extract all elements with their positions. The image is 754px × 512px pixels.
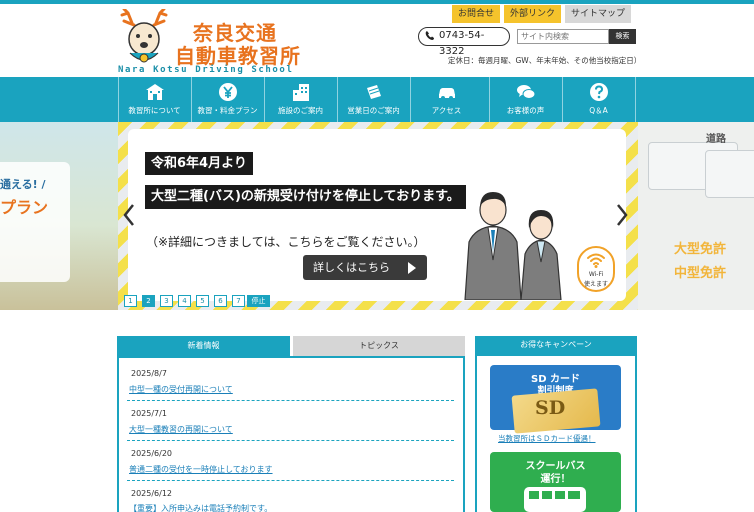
site-logo[interactable]: 奈良交通 自動車教習所 Nara Kotsu Driving School [118,9,300,75]
speech-bubble-icon [516,85,535,99]
news-date: 2025/6/12 [131,489,173,498]
page-dot[interactable]: 1 [124,295,137,307]
wifi-icon [587,253,605,268]
phone-icon [425,31,434,40]
slide-headline: 大型二種(バス)の新規受け付けを停止しております。 [145,185,466,209]
news-link[interactable]: 大型一種教習の再開について [129,424,233,435]
truck-image [705,150,754,198]
sd-card-link[interactable]: 当教習所はＳＤカード優遇！ [498,433,596,444]
previous-slide-peek: 通える! / プラン [0,122,118,310]
news-date: 2025/7/1 [131,409,167,418]
contact-link[interactable]: お問合せ [452,5,501,23]
tab-topics[interactable]: トピックス [293,336,465,356]
next-slide-sign-text: 道路 [706,134,726,145]
slide-note: （※詳細につきましては、こちらをご覧ください。） [146,235,426,249]
logo-english-name: Nara Kotsu Driving School [118,65,294,75]
carousel-prev-arrow-icon[interactable] [123,203,135,227]
wifi-label: Wi-Fi [588,271,604,278]
wifi-sublabel: 使えます [583,281,608,288]
nav-label: お客様の声 [506,106,545,115]
news-date: 2025/8/7 [131,369,167,378]
nav-label: 教習・料金プラン [197,106,258,115]
top-accent-strip [0,0,754,4]
tab-news[interactable]: 新着情報 [117,336,290,356]
next-slide-text-large: 大型免許 [674,242,727,257]
page-dot[interactable]: 7 [232,295,245,307]
news-divider [127,440,454,441]
news-link[interactable]: 中型一種の受付再開について [129,384,233,395]
holiday-notice: 定休日：毎週月曜、GW、年末年始、その他当校指定日） [448,56,642,65]
news-divider [127,400,454,401]
sd-card-logo-text: SD [535,397,566,419]
campaign-heading: お得なキャンペーン [475,336,637,354]
page-dot[interactable]: 5 [196,295,209,307]
nav-item-business-days[interactable]: 営業日のご案内 [337,77,409,122]
carousel-next-arrow-icon[interactable] [616,203,628,227]
bus-banner-subtitle: 運行！ [540,474,571,485]
play-arrow-icon [408,262,416,274]
bus-icon [524,487,586,512]
news-link[interactable]: 普通二種の受付を一時停止しております [129,464,273,475]
page-dot[interactable]: 4 [178,295,191,307]
staff-illustration [464,192,562,300]
phone-number[interactable]: 0743-54-3322 [418,27,510,57]
slide-headline-date: 令和6年4月より [145,152,253,175]
nav-label: 教習所について [128,106,181,115]
site-search-input[interactable] [517,29,609,44]
nav-item-faq[interactable]: Q＆A [562,77,634,122]
page-dot[interactable]: 6 [214,295,227,307]
nav-label: Q＆A [589,106,608,115]
previous-slide-title: プラン [0,198,49,217]
search-button[interactable]: 検索 [609,29,636,44]
deer-mascot-icon [120,9,168,63]
utility-links: お問合せ 外部リンク サイトマップ [452,5,632,23]
nav-item-facilities[interactable]: 施設のご案内 [264,77,336,122]
nav-label: 営業日のご案内 [347,106,400,115]
carousel-stop-button[interactable]: 停止 [247,295,270,307]
page-dot[interactable]: 3 [160,295,173,307]
next-slide-text-medium: 中型免許 [674,266,727,281]
nav-label: 施設のご案内 [278,106,323,115]
page-dot-active[interactable]: 2 [142,295,155,307]
news-date: 2025/6/20 [131,449,173,458]
nav-item-access[interactable]: アクセス [410,77,482,122]
nav-item-plans[interactable]: 教習・料金プラン [191,77,263,122]
news-link[interactable]: 【重要】入所申込みは電話予約制です。 [129,503,272,512]
details-button-label: 詳しくはこちら [313,261,390,274]
yen-icon [218,83,237,101]
nav-spacer [635,77,754,122]
nav-item-testimonials[interactable]: お客様の声 [489,77,561,122]
building-icon [292,84,309,101]
car-icon [438,88,455,100]
phone-number-text: 0743-54-3322 [439,30,485,57]
news-divider [127,480,454,481]
previous-slide-text: 通える! / [0,178,46,191]
nav-item-about[interactable]: 教習所について [118,77,190,122]
question-icon [589,83,608,101]
external-links-link[interactable]: 外部リンク [504,5,562,23]
sitemap-link[interactable]: サイトマップ [565,5,632,23]
calendar-icon [366,85,381,99]
school-icon [145,84,164,100]
nav-label: アクセス [431,106,462,115]
carousel-pagination: 1 2 3 4 5 6 7 [124,295,245,307]
